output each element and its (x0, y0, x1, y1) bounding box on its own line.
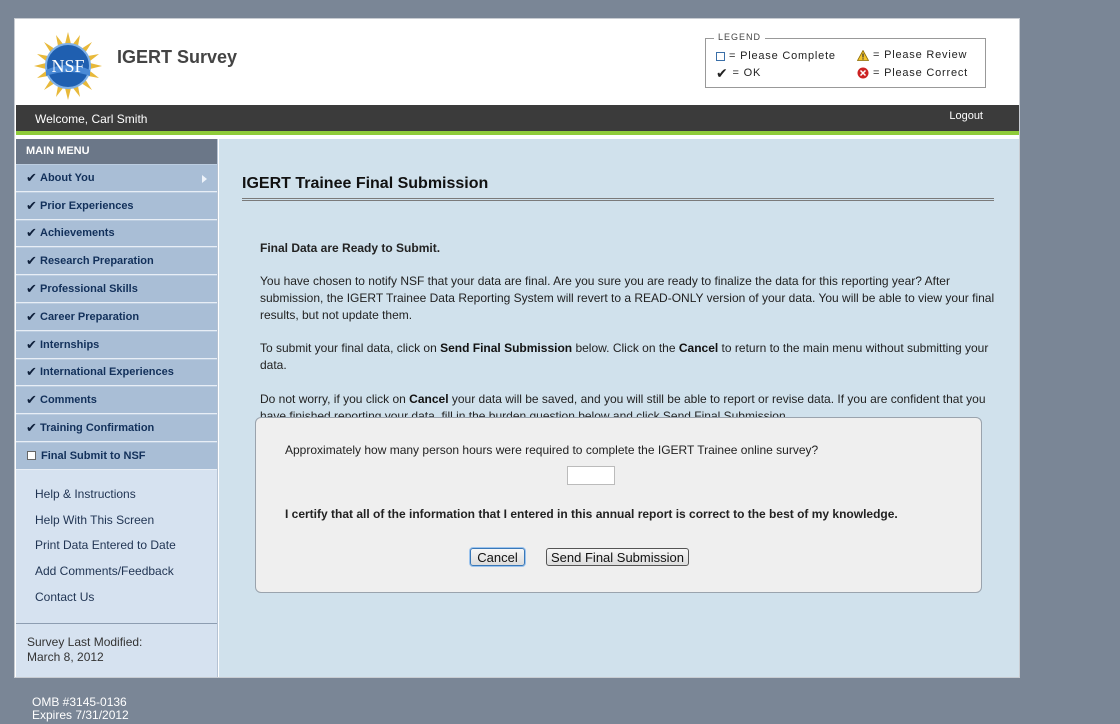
add-comments-link[interactable]: Add Comments/Feedback (35, 559, 217, 585)
survey-window: NSF IGERT Survey LEGEND = Please Complet… (14, 18, 1020, 678)
hours-question: Approximately how many person hours were… (285, 443, 819, 457)
help-links: Help & Instructions Help With This Scree… (16, 482, 217, 610)
page-title: IGERT Trainee Final Submission (242, 175, 489, 192)
legend: LEGEND = Please Complete = Please Review… (705, 32, 986, 88)
checkmark-icon: ✔ (26, 420, 37, 436)
print-data-link[interactable]: Print Data Entered to Date (35, 533, 217, 559)
checkmark-icon: ✔ (26, 225, 37, 241)
cancel-button[interactable]: Cancel (470, 548, 525, 566)
app-title: IGERT Survey (117, 47, 238, 67)
sidebar-item-career-preparation[interactable]: ✔ Career Preparation (16, 302, 217, 331)
expiration-date: Expires 7/31/2012 (32, 708, 129, 722)
sidebar: MAIN MENU ✔ About You ✔ Prior Experience… (16, 139, 218, 677)
checkmark-icon: ✔ (26, 253, 37, 269)
checkmark-icon: ✔ (26, 281, 37, 297)
hours-input[interactable] (567, 466, 615, 485)
checkmark-icon: ✔ (26, 392, 37, 408)
svg-text:NSF: NSF (51, 56, 84, 76)
nsf-logo: NSF (34, 32, 102, 100)
sidebar-item-international-experiences[interactable]: ✔ International Experiences (16, 358, 217, 387)
checkmark-icon: ✔ (716, 65, 729, 81)
main-menu-header: MAIN MENU (16, 139, 217, 164)
sidebar-item-achievements[interactable]: ✔ Achievements (16, 219, 217, 248)
sidebar-item-research-preparation[interactable]: ✔ Research Preparation (16, 247, 217, 276)
submit-instructions: To submit your final data, click on Send… (260, 341, 989, 372)
checkbox-empty-icon (27, 451, 36, 461)
help-with-screen-link[interactable]: Help With This Screen (35, 508, 217, 534)
send-final-submission-button[interactable]: Send Final Submission (546, 548, 689, 566)
legend-ok: ✔ = OK (716, 65, 762, 81)
title-divider (242, 198, 994, 201)
checkmark-icon: ✔ (26, 308, 37, 324)
certify-statement: I certify that all of the information th… (285, 507, 898, 521)
submission-form: Approximately how many person hours were… (255, 417, 982, 593)
footer: OMB #3145-0136 Expires 7/31/2012 (32, 696, 129, 722)
checkmark-icon: ✔ (26, 197, 37, 213)
legend-please-review: = Please Review (857, 49, 967, 61)
arrow-right-icon (202, 175, 207, 183)
legend-title: LEGEND (714, 32, 766, 42)
logout-link[interactable]: Logout (949, 110, 983, 122)
checkbox-empty-icon (716, 51, 725, 61)
welcome-bar: Welcome, Carl Smith Logout (16, 105, 1019, 135)
checkmark-icon: ✔ (26, 364, 37, 380)
intro-paragraph: You have chosen to notify NSF that your … (260, 274, 995, 322)
header: NSF IGERT Survey LEGEND = Please Complet… (15, 19, 1019, 105)
error-x-icon (857, 67, 869, 79)
sidebar-item-comments[interactable]: ✔ Comments (16, 386, 217, 415)
warning-triangle-icon (857, 49, 869, 61)
contact-us-link[interactable]: Contact Us (35, 585, 217, 611)
checkmark-icon: ✔ (26, 336, 37, 352)
sidebar-item-internships[interactable]: ✔ Internships (16, 330, 217, 359)
sidebar-item-final-submit[interactable]: Final Submit to NSF (16, 441, 217, 470)
checkmark-icon: ✔ (26, 169, 37, 185)
help-instructions-link[interactable]: Help & Instructions (35, 482, 217, 508)
sidebar-item-training-confirmation[interactable]: ✔ Training Confirmation (16, 414, 217, 442)
sidebar-item-professional-skills[interactable]: ✔ Professional Skills (16, 275, 217, 303)
legend-please-complete: = Please Complete (716, 50, 836, 62)
ready-heading: Final Data are Ready to Submit. (260, 241, 441, 255)
divider (16, 623, 217, 624)
welcome-text: Welcome, Carl Smith (35, 112, 148, 126)
main-content: IGERT Trainee Final Submission Final Dat… (219, 139, 1019, 677)
sidebar-item-prior-experiences[interactable]: ✔ Prior Experiences (16, 191, 217, 220)
sidebar-item-about-you[interactable]: ✔ About You (16, 164, 217, 192)
legend-please-correct: = Please Correct (857, 67, 968, 79)
survey-last-modified: Survey Last Modified: March 8, 2012 (27, 635, 143, 664)
